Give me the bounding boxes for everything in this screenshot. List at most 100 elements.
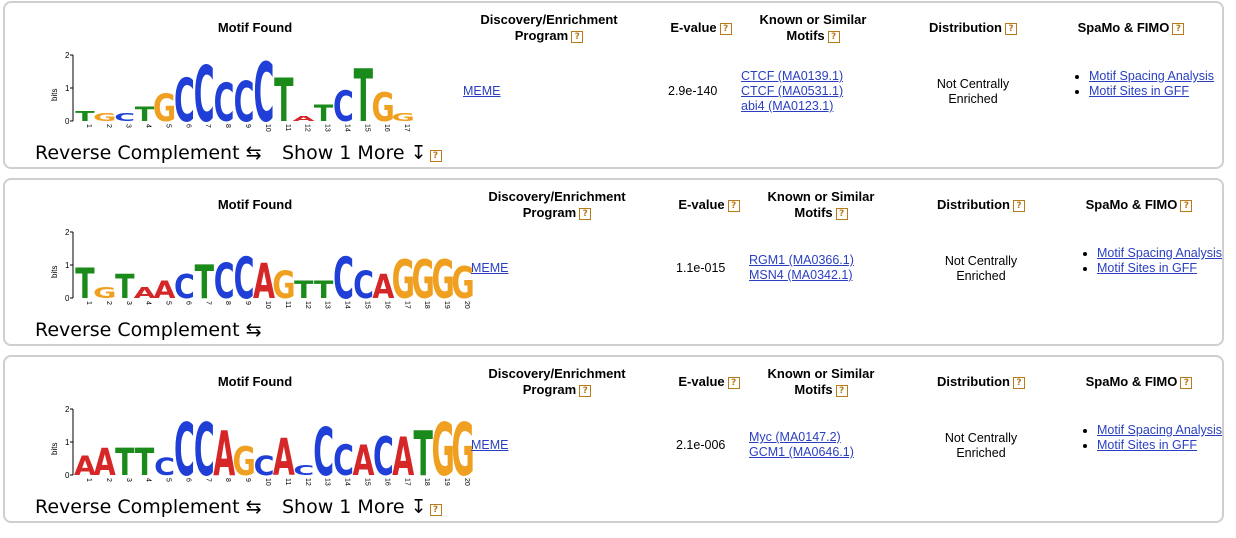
logo-position-label: 5 [165,301,172,305]
distribution-line1: Not Centrally [944,431,1018,445]
spamo-list: Motif Spacing AnalysisMotif Sites in GFF [1079,423,1229,453]
help-icon[interactable]: ? [1172,23,1185,35]
known-motif-link[interactable]: MSN4 (MA0342.1) [749,268,853,282]
logo-y-tick-label: 1 [65,261,70,270]
help-icon[interactable]: ? [1004,23,1017,35]
known-motif-item: RGM1 (MA0366.1) [749,253,854,268]
known-motif-link[interactable]: GCM1 (MA0646.1) [749,445,854,459]
help-icon[interactable]: ? [835,385,848,397]
header-known-line1: Known or Similar [767,366,875,381]
logo-position-label: 15 [363,124,370,132]
logo-position-label: 1 [85,301,92,305]
header-known-motifs: Known or Similar Motifs? [753,12,873,44]
known-motifs-list: Myc (MA0147.2) GCM1 (MA0646.1) [749,430,854,460]
show-more-button[interactable]: Show 1 More ↧? [282,496,442,518]
header-motif-found: Motif Found [217,20,293,35]
reverse-complement-button[interactable]: Reverse Complement ⇆ [35,142,262,164]
program-link-meme[interactable]: MEME [463,84,501,99]
spamo-list: Motif Spacing AnalysisMotif Sites in GFF [1071,69,1221,99]
logo-position-label: 7 [204,478,211,482]
logo-letter-g: G [153,86,176,130]
logo-letter-g: G [232,439,255,485]
logo-y-tick-label: 0 [65,294,70,303]
known-motif-link[interactable]: abi4 (MA0123.1) [741,99,833,113]
help-icon[interactable]: ? [429,504,442,516]
logo-position-label: 11 [284,478,291,485]
logo-position-label: 1 [85,124,92,128]
logo-position-label: 4 [145,301,152,305]
header-discovery-line1: Discovery/Enrichment [488,189,626,204]
header-known-motifs: Known or Similar Motifs? [761,366,881,398]
logo-position-label: 9 [244,124,251,128]
evalue-value: 2.1e-006 [676,438,726,452]
spamo-links: Motif Spacing AnalysisMotif Sites in GFF [1079,423,1229,453]
help-icon[interactable]: ? [727,200,740,212]
help-icon[interactable]: ? [1012,200,1025,212]
logo-position-label: 9 [244,301,251,305]
header-spamo-fimo: SpaMo & FIMO? [1079,197,1199,213]
reverse-complement-button[interactable]: Reverse Complement ⇆ [35,319,262,341]
motif-card: Motif Found Discovery/Enrichment Program? E… [3,178,1224,346]
header-spamo-fimo: SpaMo & FIMO? [1071,20,1191,36]
motif-card: Motif Found Discovery/Enrichment Program? E… [3,355,1224,523]
help-icon[interactable]: ? [1180,200,1193,212]
help-icon[interactable]: ? [579,208,592,220]
header-distribution: Distribution? [926,374,1036,390]
help-icon[interactable]: ? [579,385,592,397]
help-icon[interactable]: ? [571,31,584,43]
program-link-meme[interactable]: MEME [471,261,509,276]
header-known-line2: Motifs? [761,205,881,221]
known-motif-link[interactable]: CTCF (MA0139.1) [741,69,843,83]
logo-position-label: 17 [403,301,410,309]
logo-position-label: 5 [165,478,172,482]
logo-position-label: 1 [85,478,92,482]
logo-position-label: 16 [383,301,390,309]
logo-y-axis-label: bits [50,89,59,101]
logo-position-label: 7 [204,124,211,128]
header-discovery-program: Discovery/Enrichment Program? [477,189,637,221]
logo-y-axis-label: bits [50,266,59,278]
evalue-value: 1.1e-015 [676,261,726,275]
help-icon[interactable]: ? [1012,377,1025,389]
header-evalue: E-value? [661,20,741,36]
help-icon[interactable]: ? [1180,377,1193,389]
show-more-button[interactable]: Show 1 More ↧? [282,142,442,164]
reverse-complement-button[interactable]: Reverse Complement ⇆ [35,496,262,518]
logo-position-label: 3 [125,124,132,128]
motif-spacing-analysis-link[interactable]: Motif Spacing Analysis [1097,246,1222,260]
logo-y-axis-label: bits [50,443,59,455]
header-known-line2: Motifs? [753,28,873,44]
logo-letter-g: G [372,85,395,131]
header-evalue: E-value? [669,374,749,390]
evalue-value: 2.9e-140 [668,84,718,98]
motif-spacing-analysis-link[interactable]: Motif Spacing Analysis [1097,423,1222,437]
logo-position-label: 11 [284,124,291,131]
help-icon[interactable]: ? [727,377,740,389]
known-motif-link[interactable]: RGM1 (MA0366.1) [749,253,854,267]
motif-spacing-analysis-link[interactable]: Motif Spacing Analysis [1089,69,1214,83]
known-motif-item: abi4 (MA0123.1) [741,99,843,114]
help-icon[interactable]: ? [429,150,442,162]
known-motif-link[interactable]: CTCF (MA0531.1) [741,84,843,98]
help-icon[interactable]: ? [827,31,840,43]
logo-position-label: 13 [324,301,331,309]
logo-position-label: 12 [304,124,311,132]
spamo-list-item: Motif Sites in GFF [1097,261,1229,276]
known-motif-link[interactable]: Myc (MA0147.2) [749,430,841,444]
program-link-meme[interactable]: MEME [471,438,509,453]
distribution-value: Not Centrally Enriched [918,77,1028,107]
logo-position-label: 19 [443,301,450,309]
logo-position-label: 10 [264,478,271,486]
known-motif-item: CTCF (MA0531.1) [741,84,843,99]
help-icon[interactable]: ? [835,208,848,220]
motif-sites-gff-link[interactable]: Motif Sites in GFF [1097,438,1197,452]
motif-sites-gff-link[interactable]: Motif Sites in GFF [1097,261,1197,275]
logo-position-label: 11 [284,301,291,308]
logo-y-tick-label: 1 [65,438,70,447]
logo-position-label: 2 [105,301,112,305]
header-discovery-program: Discovery/Enrichment Program? [469,12,629,44]
logo-position-label: 10 [264,301,271,309]
motif-sites-gff-link[interactable]: Motif Sites in GFF [1089,84,1189,98]
logo-letter-t: T [75,109,94,124]
help-icon[interactable]: ? [719,23,732,35]
